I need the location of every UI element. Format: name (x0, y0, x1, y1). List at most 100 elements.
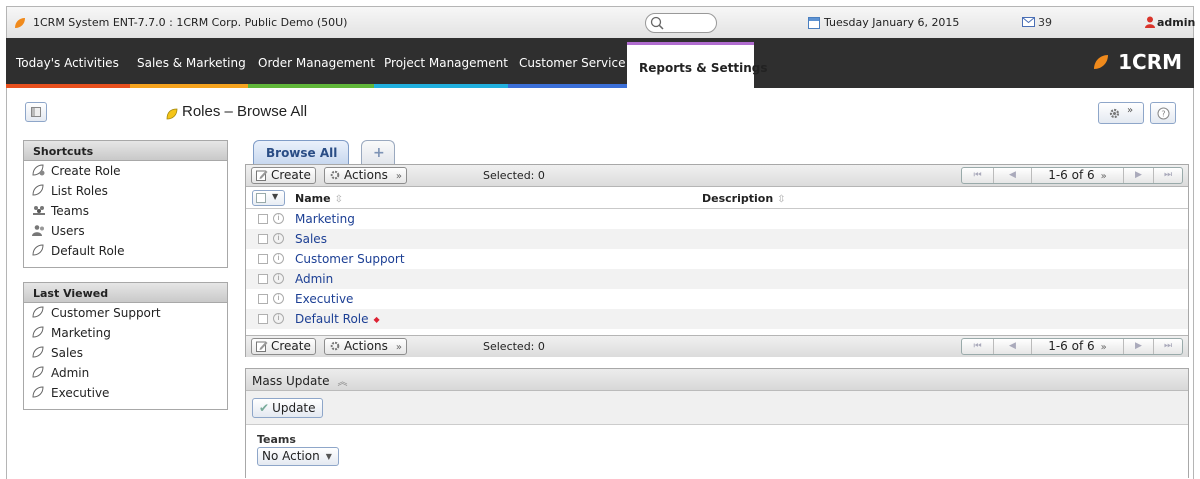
nav-tab-reports-settings[interactable]: Reports & Settings (627, 42, 767, 88)
row-checkbox[interactable] (258, 274, 268, 284)
table-row[interactable]: i Marketing (246, 209, 1188, 229)
tab-label: Browse All (266, 146, 338, 160)
last-page-button[interactable]: ⏭ (1154, 339, 1182, 354)
last-viewed-item[interactable]: Sales (24, 343, 227, 363)
mail-count[interactable]: 39 (1038, 16, 1052, 29)
last-viewed-item[interactable]: Marketing (24, 323, 227, 343)
row-checkbox[interactable] (258, 294, 268, 304)
last-page-button[interactable]: ⏭ (1154, 168, 1182, 183)
toggle-sidebar-button[interactable] (25, 102, 47, 122)
shortcut-default-role[interactable]: Default Role (24, 241, 227, 261)
shortcuts-title: Shortcuts (24, 141, 227, 161)
row-checkbox[interactable] (258, 254, 268, 264)
help-button[interactable]: ? (1150, 102, 1176, 124)
row-checkbox[interactable] (258, 314, 268, 324)
table-row[interactable]: i Admin (246, 269, 1188, 289)
next-page-button[interactable]: ▶ (1124, 339, 1154, 354)
actions-button[interactable]: Actions » (324, 338, 407, 355)
row-name-link[interactable]: Executive (295, 292, 353, 306)
info-icon[interactable]: i (273, 293, 284, 304)
info-icon[interactable]: i (273, 313, 284, 324)
tab-browse-all[interactable]: Browse All (253, 140, 349, 164)
table-row[interactable]: i Default Role ◆ (246, 309, 1188, 329)
mail-icon[interactable] (1022, 17, 1035, 27)
sort-icon: ⇳ (777, 194, 786, 205)
nav-tab-todays-activities[interactable]: Today's Activities (6, 38, 130, 88)
teams-select[interactable]: No Action ▼ (257, 447, 339, 466)
create-button[interactable]: Create (251, 167, 316, 184)
nav-tab-project-management[interactable]: Project Management (374, 38, 508, 88)
row-name-link[interactable]: Marketing (295, 212, 355, 226)
user-menu[interactable]: admin (1157, 16, 1195, 29)
role-icon (166, 108, 178, 120)
pagination: ⏮ ◀ 1-6 of 6 » ▶ ⏭ (961, 338, 1183, 355)
selected-count: Selected: 0 (483, 340, 545, 353)
chevron-down-icon: ▼ (325, 452, 332, 461)
info-icon[interactable]: i (273, 273, 284, 284)
table-row[interactable]: i Sales (246, 229, 1188, 249)
page-count[interactable]: 1-6 of 6 » (1032, 339, 1124, 354)
last-viewed-label: Executive (51, 386, 110, 400)
sort-icon: ⇳ (334, 194, 343, 205)
list-toolbar-bottom: Create Actions » Selected: 0 ⏮ ◀ 1-6 of 6… (246, 335, 1188, 357)
shortcut-users[interactable]: Users (24, 221, 227, 241)
update-button[interactable]: ✔ Update (252, 398, 323, 418)
role-icon (32, 346, 44, 358)
nav-tab-sales-marketing[interactable]: Sales & Marketing (130, 38, 248, 88)
info-icon[interactable]: i (273, 213, 284, 224)
first-page-button[interactable]: ⏮ (962, 339, 994, 354)
shortcut-list-roles[interactable]: List Roles (24, 181, 227, 201)
role-icon (32, 326, 44, 338)
row-checkbox[interactable] (258, 234, 268, 244)
nav-tab-label: Customer Service (519, 56, 626, 70)
shortcut-teams[interactable]: Teams (24, 201, 227, 221)
next-page-button[interactable]: ▶ (1124, 168, 1154, 183)
search-input[interactable] (645, 13, 717, 33)
row-name-link[interactable]: Customer Support (295, 252, 405, 266)
last-viewed-item[interactable]: Customer Support (24, 303, 227, 323)
mass-update-toolbar: ✔ Update (246, 391, 1188, 425)
first-page-button[interactable]: ⏮ (962, 168, 994, 183)
mass-update-header[interactable]: Mass Update ︽ (246, 369, 1188, 391)
shortcut-label: Default Role (51, 244, 125, 258)
create-label: Create (271, 168, 311, 182)
pagination: ⏮ ◀ 1-6 of 6 » ▶ ⏭ (961, 167, 1183, 184)
column-description[interactable]: Description ⇳ (702, 192, 786, 205)
column-name[interactable]: Name ⇳ (295, 192, 343, 205)
select-all-dropdown[interactable]: ▼ (252, 190, 285, 206)
current-date[interactable]: Tuesday January 6, 2015 (824, 16, 959, 29)
brand-logo[interactable]: 1CRM (1118, 50, 1182, 74)
calendar-icon[interactable] (808, 17, 820, 29)
create-label: Create (271, 339, 311, 353)
prev-page-button[interactable]: ◀ (994, 339, 1032, 354)
table-row[interactable]: i Customer Support (246, 249, 1188, 269)
info-icon[interactable]: i (273, 253, 284, 264)
nav-tab-label: Reports & Settings (639, 61, 768, 75)
nav-tab-customer-service[interactable]: Customer Service (508, 38, 627, 88)
create-button[interactable]: Create (251, 338, 316, 355)
row-name-link[interactable]: Admin (295, 272, 333, 286)
gear-icon (330, 170, 340, 180)
app-logo-icon (15, 18, 25, 28)
nav-tab-order-management[interactable]: Order Management (248, 38, 375, 88)
actions-button[interactable]: Actions » (324, 167, 407, 184)
last-viewed-item[interactable]: Admin (24, 363, 227, 383)
row-checkbox[interactable] (258, 214, 268, 224)
list-toolbar-top: Create Actions » Selected: 0 ⏮ ◀ 1-6 of 6… (246, 165, 1188, 187)
edit-icon (256, 341, 268, 352)
page-count[interactable]: 1-6 of 6 » (1032, 168, 1124, 183)
row-name-link[interactable]: Sales (295, 232, 327, 246)
info-icon[interactable]: i (273, 233, 284, 244)
prev-page-button[interactable]: ◀ (994, 168, 1032, 183)
tab-add[interactable]: + (361, 140, 395, 164)
shortcut-create-role[interactable]: Create Role (24, 161, 227, 181)
create-role-icon (32, 164, 45, 176)
last-viewed-item[interactable]: Executive (24, 383, 227, 403)
table-row[interactable]: i Executive (246, 289, 1188, 309)
settings-menu-button[interactable]: » (1098, 102, 1144, 124)
chevron-down-icon: » (395, 342, 402, 353)
row-name-link[interactable]: Default Role ◆ (295, 312, 380, 326)
main-nav: Today's Activities Sales & Marketing Ord… (6, 38, 1194, 88)
role-icon (32, 386, 44, 398)
actions-label: Actions (344, 168, 388, 182)
